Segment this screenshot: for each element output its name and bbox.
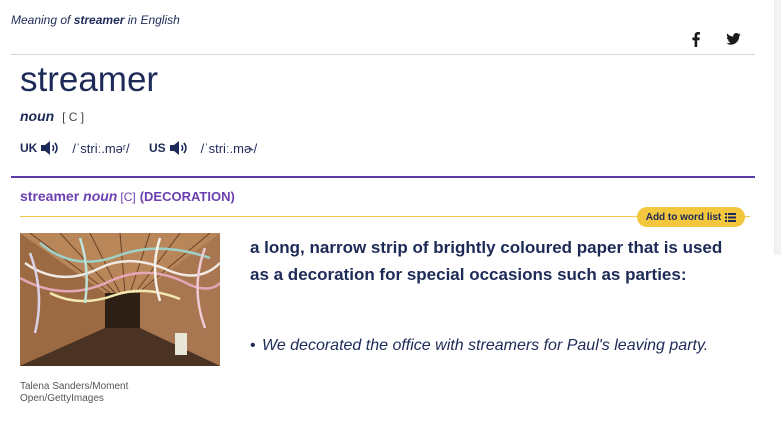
twitter-share-button[interactable] xyxy=(723,30,743,48)
header-divider xyxy=(11,54,755,55)
image-credit: Talena Sanders/Moment Open/GettyImages xyxy=(20,381,129,404)
add-to-word-list-label: Add to word list xyxy=(645,211,722,223)
list-icon xyxy=(725,212,737,222)
facebook-icon xyxy=(692,31,700,47)
definition-text: a long, narrow strip of brightly coloure… xyxy=(250,238,723,284)
speaker-icon xyxy=(169,141,187,155)
header-prefix: Meaning of xyxy=(11,13,71,27)
us-audio-button[interactable] xyxy=(169,140,189,156)
page-header: Meaning of streamer in English xyxy=(11,13,180,27)
us-pronunciation: US /ˈstriː.mɚ/ xyxy=(149,140,257,156)
uk-ipa: /ˈstriː.məʳ/ xyxy=(72,140,130,156)
sense-grammar: [C] xyxy=(120,190,136,204)
example-bullet: • xyxy=(250,337,256,354)
part-of-speech: noun xyxy=(20,108,55,124)
uk-pronunciation: UK /ˈstriː.məʳ/ xyxy=(20,140,130,156)
headword: streamer xyxy=(20,60,159,99)
example-text: We decorated the office with streamers f… xyxy=(262,337,709,354)
add-to-word-list-button[interactable]: Add to word list xyxy=(637,207,745,227)
header-suffix: in English xyxy=(127,13,180,27)
part-of-speech-line: noun [ C ] xyxy=(20,108,84,124)
guide-word: (DECORATION) xyxy=(139,189,235,204)
grammar-code: [ C ] xyxy=(62,110,85,124)
speaker-icon xyxy=(41,141,59,155)
us-ipa: /ˈstriː.mɚ/ xyxy=(200,140,258,156)
sense-word: streamer xyxy=(20,188,80,204)
uk-audio-button[interactable] xyxy=(40,140,60,156)
example-sentence: • We decorated the office with streamers… xyxy=(250,334,720,358)
facebook-share-button[interactable] xyxy=(686,30,706,48)
uk-label: UK xyxy=(20,141,38,155)
header-word: streamer xyxy=(73,13,125,27)
twitter-icon xyxy=(725,33,741,45)
sense-pos: noun xyxy=(83,188,118,204)
us-label: US xyxy=(149,141,166,155)
streamer-photo xyxy=(20,233,220,366)
sense-header: streamer noun [C] (DECORATION) xyxy=(20,188,235,204)
side-panel-edge xyxy=(774,0,781,255)
sense-divider xyxy=(11,176,755,178)
